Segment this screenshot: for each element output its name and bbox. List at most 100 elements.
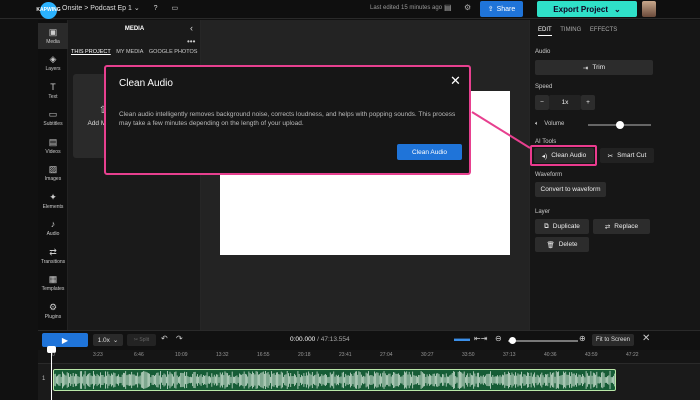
audio-section-label: Audio — [535, 49, 551, 55]
comments-icon[interactable]: ▤ — [444, 3, 452, 12]
modal-description: Clean audio intelligently removes backgr… — [119, 111, 456, 127]
ruler-tick-label: 37:13 — [503, 352, 516, 358]
rail-item-label: Elements — [42, 203, 64, 210]
trim-label: Trim — [592, 64, 606, 71]
export-project-button[interactable]: Export Project ⌄ — [537, 1, 637, 17]
rail-item-media[interactable]: ▣ Media — [38, 23, 68, 49]
tab-my-media[interactable]: MY MEDIA — [116, 49, 143, 55]
timecode: 0:00.000 / 47:13.554 — [290, 336, 350, 343]
current-time: 0:00.000 — [290, 336, 316, 343]
waveform-toggle-icon[interactable]: ▬▬ — [454, 334, 470, 343]
breadcrumb-root[interactable]: Onsite — [62, 5, 82, 12]
export-label: Export Project — [553, 4, 608, 14]
app-logo[interactable]: KAPWING — [36, 2, 61, 19]
rail-item-subtitles[interactable]: ▭ Subtitles — [38, 106, 68, 132]
tab-google-photos[interactable]: GOOGLE PHOTOS — [149, 49, 198, 55]
rail-item-label: Subtitles — [43, 121, 63, 127]
play-button[interactable]: ▶ — [42, 333, 88, 347]
rail-item-templates[interactable]: ▦ Templates — [38, 271, 68, 297]
volume-label: Volume — [544, 121, 565, 127]
undo-icon[interactable]: ↶ — [161, 334, 168, 343]
split-button[interactable]: ✂ Split — [127, 334, 156, 346]
delete-button[interactable]: 🗑︎ Delete — [535, 237, 589, 252]
tab-effects[interactable]: EFFECTS — [590, 27, 617, 33]
media-tabs: THIS PROJECT MY MEDIA GOOGLE PHOTOS — [71, 49, 201, 55]
rail-item-images[interactable]: ▨ Images — [38, 161, 68, 187]
fit-timeline-icon[interactable]: ⇤⇥ — [474, 334, 487, 343]
media-icon: ▣ — [48, 26, 58, 37]
collapse-panel-icon[interactable]: ‹ — [190, 23, 193, 33]
scissors-icon: ✂ — [607, 152, 614, 160]
left-rail: ▣ Media ◈ Layers T Text ▭ Subtitles ▤ Videos ▨ Imag… — [38, 20, 68, 330]
layer-section-label: Layer — [535, 209, 551, 215]
ruler-tick-label: 13:32 — [216, 352, 229, 358]
close-timeline-icon[interactable]: ✕ — [642, 333, 650, 344]
zoom-out-icon[interactable]: ⊖ — [495, 334, 502, 343]
rail-item-label: Templates — [41, 286, 65, 292]
subtitles-icon: ▭ — [48, 109, 58, 119]
modal-clean-audio-button[interactable]: Clean Audio — [397, 144, 462, 160]
close-icon[interactable]: ✕ — [450, 73, 461, 89]
tab-this-project[interactable]: THIS PROJECT — [71, 49, 111, 55]
rail-item-label: Videos — [45, 148, 61, 155]
rail-item-plugins[interactable]: ⚙ Plugins — [38, 298, 68, 324]
rail-item-label: Transitions — [40, 258, 66, 265]
zoom-in-icon[interactable]: ⊕ — [579, 334, 586, 343]
replace-button[interactable]: ⇄ Replace — [593, 219, 650, 234]
modal-title: Clean Audio — [119, 78, 173, 89]
rail-item-transitions[interactable]: ⇄ Transitions — [38, 243, 68, 269]
zoom-slider-handle[interactable] — [509, 337, 516, 344]
chevron-down-icon: ⌄ — [613, 4, 621, 14]
duplicate-button[interactable]: ⧉ Duplicate — [535, 219, 589, 234]
rail-item-layers[interactable]: ◈ Layers — [38, 51, 68, 77]
volume-row: 🔈︎ Volume — [535, 121, 564, 128]
ruler-tick-label: 27:04 — [380, 352, 393, 358]
volume-slider-handle[interactable] — [615, 121, 624, 129]
smart-cut-button[interactable]: ✂ Smart Cut — [600, 148, 654, 163]
trim-icon: ⇥ — [582, 64, 589, 72]
rail-item-label: Layers — [45, 66, 61, 72]
image-icon[interactable]: ▭ — [172, 5, 179, 12]
ruler-tick-label: 47:22 — [626, 352, 639, 358]
audio-clip[interactable] — [53, 369, 616, 391]
tab-edit[interactable]: EDIT — [538, 27, 552, 36]
elements-icon: ✦ — [49, 191, 57, 202]
redo-icon[interactable]: ↷ — [176, 334, 183, 343]
top-bar: KAPWING Onsite > Podcast Ep 1 ⌄ ? ▭ Last… — [0, 0, 700, 19]
last-edited-text: Last edited 15 minutes ago — [370, 5, 443, 11]
rail-item-label: Images — [44, 176, 62, 182]
tab-timing[interactable]: TIMING — [560, 27, 581, 33]
rail-item-audio[interactable]: ♪ Audio — [38, 216, 68, 242]
speed-decrease-button[interactable]: − — [535, 95, 549, 110]
ruler-tick-label: 30:27 — [421, 352, 434, 358]
audio-waveform — [54, 370, 615, 390]
ruler-tick-label: 16:55 — [257, 352, 270, 358]
breadcrumb: Onsite > Podcast Ep 1 ⌄ ? ▭ — [62, 4, 178, 12]
speed-value: 1x — [549, 95, 581, 110]
settings-icon[interactable]: ⚙ — [464, 3, 471, 12]
ruler-tick-label: 23:41 — [339, 352, 352, 358]
chevron-down-icon[interactable]: ⌄ — [134, 5, 140, 12]
help-icon[interactable]: ? — [154, 5, 158, 12]
share-icon: ⇪ — [487, 6, 494, 13]
ruler-tick-label: 10:09 — [175, 352, 188, 358]
ruler-tick-label: 40:36 — [544, 352, 557, 358]
fit-to-screen-button[interactable]: Fit to Screen — [592, 334, 634, 346]
rail-item-text[interactable]: T Text — [38, 78, 68, 104]
rail-item-label: Audio — [46, 231, 60, 237]
zoom-slider[interactable] — [508, 340, 578, 342]
share-button[interactable]: ⇪ Share — [480, 1, 523, 17]
playback-speed-select[interactable]: 1.0x ⌄ — [93, 334, 123, 346]
ruler-tick-label: 33:50 — [462, 352, 475, 358]
rail-item-elements[interactable]: ✦ Elements — [38, 188, 68, 214]
more-options-icon[interactable]: ••• — [187, 37, 195, 46]
project-name[interactable]: Podcast Ep 1 — [90, 5, 132, 12]
smart-cut-label: Smart Cut — [617, 152, 647, 159]
trim-button[interactable]: ⇥ Trim — [535, 60, 653, 75]
convert-to-waveform-button[interactable]: Convert to waveform — [535, 182, 606, 197]
speed-increase-button[interactable]: + — [581, 95, 595, 110]
rail-item-videos[interactable]: ▤ Videos — [38, 133, 68, 159]
ruler-tick-label: 6:46 — [134, 352, 144, 358]
share-label: Share — [496, 5, 516, 13]
user-avatar[interactable] — [642, 1, 656, 17]
